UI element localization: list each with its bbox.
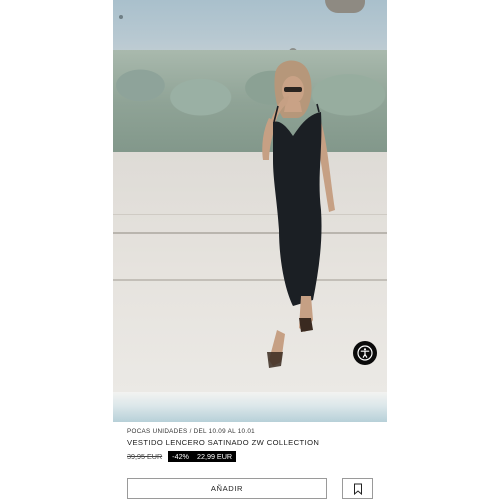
- price-row: 39,95 EUR -42% 22,99 EUR: [127, 450, 237, 462]
- add-to-cart-button[interactable]: AÑADIR: [127, 478, 327, 499]
- bookmark-icon: [353, 483, 362, 495]
- bookmark-button[interactable]: [342, 478, 373, 499]
- discount-percent: -42%: [172, 451, 189, 461]
- next-image-preview: [113, 392, 387, 422]
- model-figure: [262, 60, 335, 368]
- original-price: 39,95 EUR: [127, 451, 163, 461]
- accessibility-icon: [357, 345, 373, 361]
- accessibility-button[interactable]: [353, 341, 377, 365]
- stock-note: POCAS UNIDADES / DEL 10.09 AL 10.01: [127, 428, 255, 435]
- product-name[interactable]: VESTIDO LENCERO SATINADO ZW COLLECTION: [127, 438, 319, 447]
- sale-price: 22,99 EUR: [196, 451, 233, 461]
- product-image[interactable]: [113, 0, 387, 392]
- sale-badge: -42% 22,99 EUR: [168, 450, 237, 462]
